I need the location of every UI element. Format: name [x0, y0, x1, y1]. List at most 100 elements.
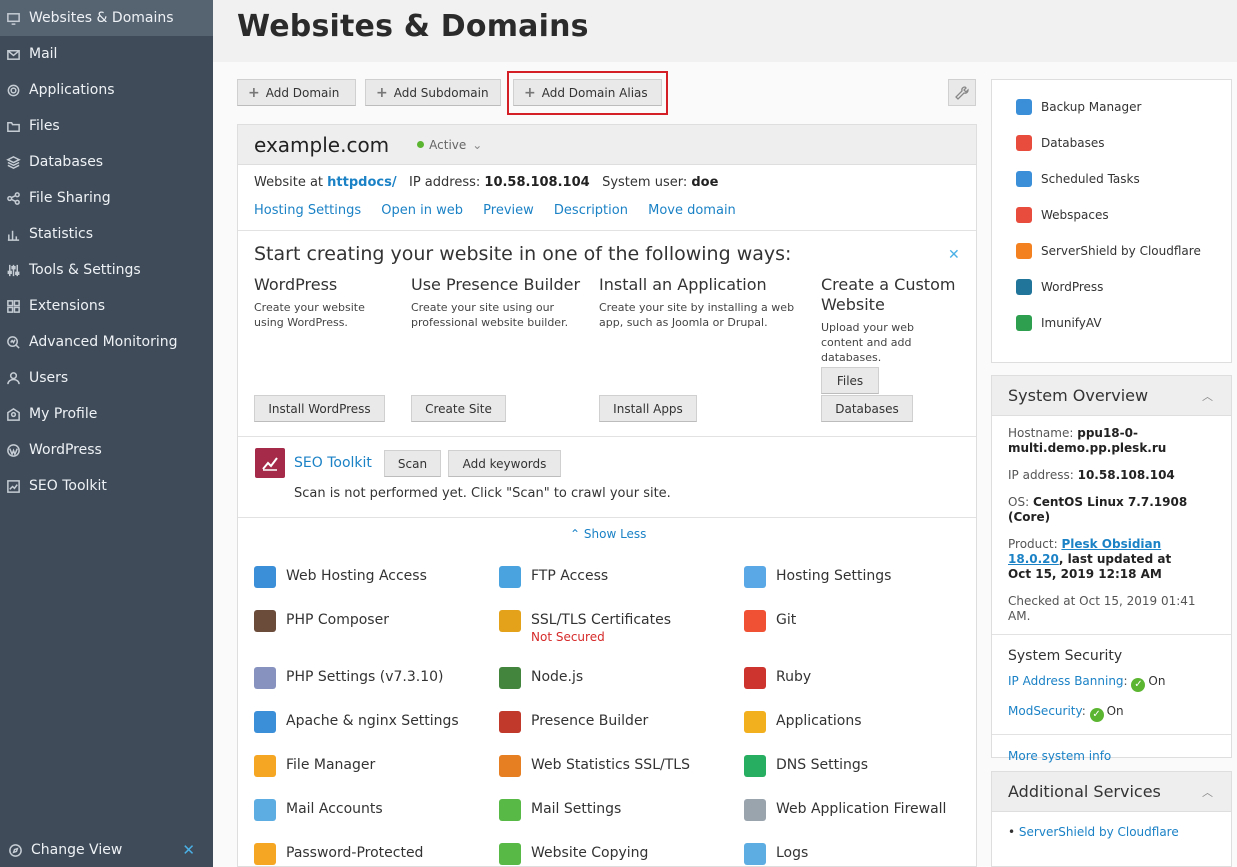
tool-label: File Manager	[286, 755, 375, 775]
seo-toolkit-link[interactable]: SEO Toolkit	[294, 455, 372, 471]
tool-label-text: PHP Composer	[286, 612, 389, 628]
tool-label: Web Hosting Access	[286, 566, 427, 586]
add-domain-label: Add Domain	[265, 85, 340, 100]
ip-address-banning-link[interactable]: IP Address Banning	[1008, 674, 1124, 688]
sidebar-item-databases[interactable]: Databases	[0, 144, 213, 180]
sidebar-item-tools-settings[interactable]: Tools & Settings	[0, 252, 213, 288]
tool-presence-builder[interactable]: Presence Builder	[499, 711, 648, 733]
tool-git[interactable]: Git	[744, 610, 796, 632]
change-view-button[interactable]: Change View ✕	[0, 833, 213, 867]
httpdocs-link[interactable]: httpdocs/	[327, 175, 396, 190]
sidebar-item-my-profile[interactable]: My Profile	[0, 396, 213, 432]
tool-ruby[interactable]: Ruby	[744, 667, 811, 689]
quick-link-label: Webspaces	[1041, 208, 1109, 222]
tool-label-text: Hosting Settings	[776, 568, 892, 584]
quick-link-wordpress[interactable]: WordPress	[992, 269, 1231, 305]
quick-link-label: Backup Manager	[1041, 100, 1142, 114]
install-wordpress-button[interactable]: Install WordPress	[254, 395, 385, 422]
layers-icon	[4, 153, 22, 171]
domain-status-dropdown[interactable]: Active ⌄	[417, 138, 482, 152]
tool-web-hosting-access[interactable]: Web Hosting Access	[254, 566, 427, 588]
sidebar-item-mail[interactable]: Mail	[0, 36, 213, 72]
tool-dns-settings[interactable]: DNS Settings	[744, 755, 868, 777]
tool-file-manager[interactable]: File Manager	[254, 755, 375, 777]
sidebar-item-label: Mail	[29, 46, 58, 62]
start-creating-title: Start creating your website in one of th…	[254, 243, 792, 265]
tool-php-settings-v7-3-10[interactable]: PHP Settings (v7.3.10)	[254, 667, 443, 689]
tool-applications[interactable]: Applications	[744, 711, 862, 733]
sidebar-item-statistics[interactable]: Statistics	[0, 216, 213, 252]
ip-row: IP address: 10.58.108.104	[1008, 468, 1215, 483]
wrench-icon[interactable]	[948, 79, 976, 106]
add-keywords-button[interactable]: Add keywords	[448, 450, 561, 477]
tool-ssl-tls-certificates[interactable]: SSL/TLS Certificates Not Secured	[499, 610, 671, 644]
system-user-value: doe	[691, 175, 719, 190]
quick-link-imunifyav[interactable]: ImunifyAV	[992, 305, 1231, 341]
databases-button[interactable]: Databases	[821, 395, 913, 422]
files-button[interactable]: Files	[821, 367, 879, 394]
servershield-link[interactable]: ServerShield by Cloudflare	[1019, 825, 1179, 839]
system-overview-header[interactable]: System Overview ︿	[992, 376, 1231, 416]
quick-link-scheduled-tasks[interactable]: Scheduled Tasks	[992, 161, 1231, 197]
ruby-icon	[744, 667, 766, 689]
tool-password-protected[interactable]: Password-Protected	[254, 843, 423, 865]
ssl-tls-certificates-icon	[499, 610, 521, 632]
more-system-info-link[interactable]: More system info	[1008, 749, 1111, 763]
tool-mail-settings[interactable]: Mail Settings	[499, 799, 621, 821]
seo-toolkit-icon	[255, 448, 285, 478]
tool-node-js[interactable]: Node.js	[499, 667, 583, 689]
system-overview-title: System Overview	[1008, 386, 1149, 405]
preview-link[interactable]: Preview	[483, 203, 534, 218]
system-security-title: System Security	[1008, 648, 1123, 664]
status-dot-icon	[417, 141, 425, 148]
scan-button[interactable]: Scan	[384, 450, 441, 477]
show-less-link[interactable]: ⌃ Show Less	[570, 527, 646, 541]
sidebar-item-seo-toolkit[interactable]: SEO Toolkit	[0, 468, 213, 504]
tool-ftp-access[interactable]: FTP Access	[499, 566, 608, 588]
tool-web-statistics-ssl-tls[interactable]: Web Statistics SSL/TLS	[499, 755, 690, 777]
system-overview-panel: System Overview ︿ Hostname: ppu18-0-mult…	[991, 375, 1232, 763]
close-icon[interactable]: ✕	[182, 841, 195, 859]
sidebar-item-extensions[interactable]: Extensions	[0, 288, 213, 324]
tool-hosting-settings[interactable]: Hosting Settings	[744, 566, 891, 588]
description-link[interactable]: Description	[554, 203, 628, 218]
hosting-settings-link[interactable]: Hosting Settings	[254, 203, 361, 218]
divider	[238, 517, 976, 518]
modsecurity-link[interactable]: ModSecurity	[1008, 704, 1082, 718]
sidebar-item-files[interactable]: Files	[0, 108, 213, 144]
add-subdomain-button[interactable]: + Add Subdomain	[365, 79, 501, 106]
quick-link-servershield-by-cloudflare[interactable]: ServerShield by Cloudflare	[992, 233, 1231, 269]
sidebar-item-websites-domains[interactable]: Websites & Domains	[0, 0, 213, 36]
domain-info-row: Website at httpdocs/ IP address: 10.58.1…	[254, 175, 718, 190]
tool-php-composer[interactable]: PHP Composer	[254, 610, 389, 632]
logs-icon	[744, 843, 766, 865]
install-apps-button[interactable]: Install Apps	[599, 395, 697, 422]
status-label: Active	[429, 137, 467, 152]
quick-link-databases[interactable]: Databases	[992, 125, 1231, 161]
sidebar-item-wordpress[interactable]: WordPress	[0, 432, 213, 468]
add-domain-button[interactable]: + Add Domain	[237, 79, 356, 106]
sidebar-item-advanced-monitoring[interactable]: Advanced Monitoring	[0, 324, 213, 360]
chevron-up-icon: ⌃	[570, 527, 584, 541]
mail-icon	[4, 45, 22, 63]
additional-services-header[interactable]: Additional Services ︿	[992, 772, 1231, 812]
tool-logs[interactable]: Logs	[744, 843, 808, 865]
ip-banning-state: On	[1148, 674, 1166, 688]
close-icon[interactable]: ✕	[948, 247, 960, 263]
move-domain-link[interactable]: Move domain	[648, 203, 736, 218]
tool-mail-accounts[interactable]: Mail Accounts	[254, 799, 383, 821]
tool-apache-nginx-settings[interactable]: Apache & nginx Settings	[254, 711, 459, 733]
sidebar-item-file-sharing[interactable]: File Sharing	[0, 180, 213, 216]
os-row: OS: CentOS Linux 7.7.1908 (Core)	[1008, 495, 1215, 525]
sidebar-item-applications[interactable]: Applications	[0, 72, 213, 108]
sidebar-item-users[interactable]: Users	[0, 360, 213, 396]
tool-label-text: Password-Protected	[286, 845, 424, 861]
ip-banning-row: IP Address Banning: ✓ On	[1008, 674, 1166, 692]
open-in-web-link[interactable]: Open in web	[381, 203, 463, 218]
quick-link-webspaces[interactable]: Webspaces	[992, 197, 1231, 233]
tool-website-copying[interactable]: Website Copying	[499, 843, 648, 865]
create-site-button[interactable]: Create Site	[411, 395, 506, 422]
highlight-box	[507, 71, 668, 115]
quick-link-backup-manager[interactable]: Backup Manager	[992, 89, 1231, 125]
tool-web-application-firewall[interactable]: Web Application Firewall	[744, 799, 946, 821]
